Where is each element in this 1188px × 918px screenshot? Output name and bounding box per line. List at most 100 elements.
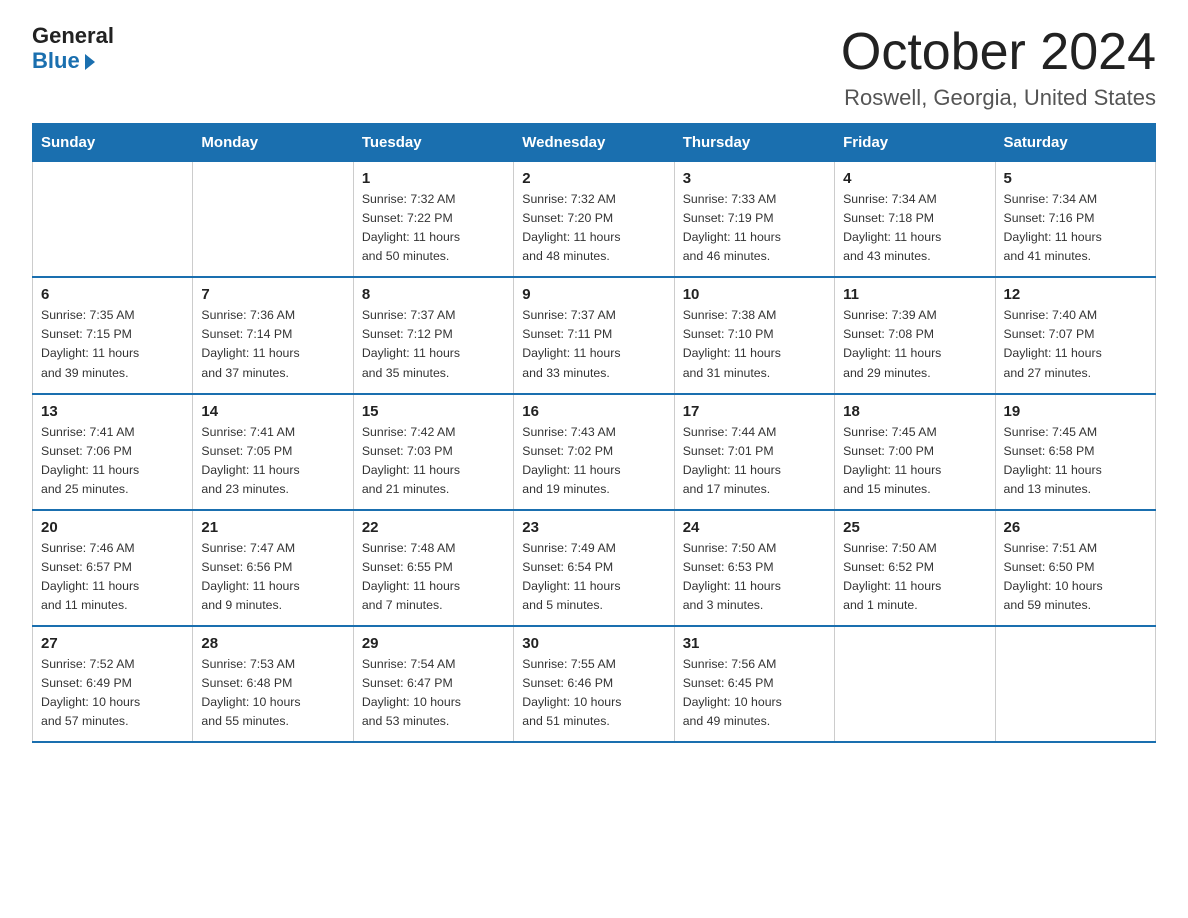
calendar-week-row: 1 Sunrise: 7:32 AM Sunset: 7:22 PM Daylig…: [33, 162, 1156, 278]
day-of-week-header: Tuesday: [353, 124, 513, 162]
day-info: Sunrise: 7:32 AM Sunset: 7:20 PM Dayligh…: [522, 190, 665, 266]
calendar-cell: 25 Sunrise: 7:50 AM Sunset: 6:52 PM Dayli…: [835, 510, 995, 626]
calendar-cell: 12 Sunrise: 7:40 AM Sunset: 7:07 PM Dayli…: [995, 277, 1155, 393]
day-number: 23: [522, 519, 665, 536]
day-number: 3: [683, 170, 826, 187]
calendar-cell: [835, 626, 995, 742]
day-of-week-header: Sunday: [33, 124, 193, 162]
calendar-cell: 19Sunrise: 7:45 AM Sunset: 6:58 PM Dayli…: [995, 394, 1155, 510]
calendar-week-row: 27Sunrise: 7:52 AM Sunset: 6:49 PM Dayli…: [33, 626, 1156, 742]
day-info: Sunrise: 7:36 AM Sunset: 7:14 PM Dayligh…: [201, 306, 344, 382]
calendar-cell: 22Sunrise: 7:48 AM Sunset: 6:55 PM Dayli…: [353, 510, 513, 626]
calendar-cell: 31 Sunrise: 7:56 AM Sunset: 6:45 PM Dayli…: [674, 626, 834, 742]
day-number: 29: [362, 635, 505, 652]
day-number: 31: [683, 635, 826, 652]
day-info: Sunrise: 7:53 AM Sunset: 6:48 PM Dayligh…: [201, 655, 344, 731]
day-info: Sunrise: 7:50 AM Sunset: 6:52 PM Dayligh…: [843, 539, 986, 615]
day-number: 7: [201, 286, 344, 303]
calendar-cell: 26 Sunrise: 7:51 AM Sunset: 6:50 PM Dayli…: [995, 510, 1155, 626]
calendar-cell: 28Sunrise: 7:53 AM Sunset: 6:48 PM Dayli…: [193, 626, 353, 742]
day-number: 5: [1004, 170, 1147, 187]
day-info: Sunrise: 7:33 AM Sunset: 7:19 PM Dayligh…: [683, 190, 826, 266]
day-info: Sunrise: 7:55 AM Sunset: 6:46 PM Dayligh…: [522, 655, 665, 731]
calendar-cell: 29 Sunrise: 7:54 AM Sunset: 6:47 PM Dayli…: [353, 626, 513, 742]
day-info: Sunrise: 7:44 AM Sunset: 7:01 PM Dayligh…: [683, 423, 826, 499]
day-info: Sunrise: 7:47 AM Sunset: 6:56 PM Dayligh…: [201, 539, 344, 615]
calendar-cell: 3 Sunrise: 7:33 AM Sunset: 7:19 PM Daylig…: [674, 162, 834, 278]
calendar-week-row: 6 Sunrise: 7:35 AM Sunset: 7:15 PM Daylig…: [33, 277, 1156, 393]
day-info: Sunrise: 7:42 AM Sunset: 7:03 PM Dayligh…: [362, 423, 505, 499]
day-number: 20: [41, 519, 184, 536]
day-info: Sunrise: 7:43 AM Sunset: 7:02 PM Dayligh…: [522, 423, 665, 499]
day-info: Sunrise: 7:46 AM Sunset: 6:57 PM Dayligh…: [41, 539, 184, 615]
calendar-cell: 17 Sunrise: 7:44 AM Sunset: 7:01 PM Dayli…: [674, 394, 834, 510]
day-number: 10: [683, 286, 826, 303]
location-title: Roswell, Georgia, United States: [841, 85, 1156, 111]
calendar-cell: 11 Sunrise: 7:39 AM Sunset: 7:08 PM Dayli…: [835, 277, 995, 393]
calendar-week-row: 13Sunrise: 7:41 AM Sunset: 7:06 PM Dayli…: [33, 394, 1156, 510]
day-info: Sunrise: 7:45 AM Sunset: 7:00 PM Dayligh…: [843, 423, 986, 499]
calendar-cell: 9Sunrise: 7:37 AM Sunset: 7:11 PM Daylig…: [514, 277, 674, 393]
day-number: 26: [1004, 519, 1147, 536]
day-number: 24: [683, 519, 826, 536]
calendar-cell: 23 Sunrise: 7:49 AM Sunset: 6:54 PM Dayli…: [514, 510, 674, 626]
calendar-cell: 21 Sunrise: 7:47 AM Sunset: 6:56 PM Dayli…: [193, 510, 353, 626]
day-info: Sunrise: 7:34 AM Sunset: 7:16 PM Dayligh…: [1004, 190, 1147, 266]
day-info: Sunrise: 7:51 AM Sunset: 6:50 PM Dayligh…: [1004, 539, 1147, 615]
day-of-week-header: Friday: [835, 124, 995, 162]
calendar-cell: [995, 626, 1155, 742]
calendar-cell: 20 Sunrise: 7:46 AM Sunset: 6:57 PM Dayli…: [33, 510, 193, 626]
day-number: 4: [843, 170, 986, 187]
day-number: 21: [201, 519, 344, 536]
day-of-week-header: Thursday: [674, 124, 834, 162]
day-info: Sunrise: 7:39 AM Sunset: 7:08 PM Dayligh…: [843, 306, 986, 382]
day-number: 2: [522, 170, 665, 187]
title-block: October 2024 Roswell, Georgia, United St…: [841, 24, 1156, 111]
calendar-cell: 30 Sunrise: 7:55 AM Sunset: 6:46 PM Dayli…: [514, 626, 674, 742]
day-number: 8: [362, 286, 505, 303]
calendar-cell: 2 Sunrise: 7:32 AM Sunset: 7:20 PM Daylig…: [514, 162, 674, 278]
day-info: Sunrise: 7:35 AM Sunset: 7:15 PM Dayligh…: [41, 306, 184, 382]
day-info: Sunrise: 7:38 AM Sunset: 7:10 PM Dayligh…: [683, 306, 826, 382]
logo: General Blue: [32, 24, 114, 74]
day-info: Sunrise: 7:40 AM Sunset: 7:07 PM Dayligh…: [1004, 306, 1147, 382]
calendar-cell: 7 Sunrise: 7:36 AM Sunset: 7:14 PM Daylig…: [193, 277, 353, 393]
day-info: Sunrise: 7:56 AM Sunset: 6:45 PM Dayligh…: [683, 655, 826, 731]
day-info: Sunrise: 7:49 AM Sunset: 6:54 PM Dayligh…: [522, 539, 665, 615]
day-number: 25: [843, 519, 986, 536]
day-number: 18: [843, 403, 986, 420]
day-number: 27: [41, 635, 184, 652]
logo-general-text: General: [32, 24, 114, 48]
calendar-week-row: 20 Sunrise: 7:46 AM Sunset: 6:57 PM Dayli…: [33, 510, 1156, 626]
calendar-cell: 27Sunrise: 7:52 AM Sunset: 6:49 PM Dayli…: [33, 626, 193, 742]
day-number: 17: [683, 403, 826, 420]
day-number: 13: [41, 403, 184, 420]
day-number: 9: [522, 286, 665, 303]
day-info: Sunrise: 7:45 AM Sunset: 6:58 PM Dayligh…: [1004, 423, 1147, 499]
day-info: Sunrise: 7:54 AM Sunset: 6:47 PM Dayligh…: [362, 655, 505, 731]
day-of-week-header: Wednesday: [514, 124, 674, 162]
logo-blue-text: Blue: [32, 48, 95, 74]
day-number: 6: [41, 286, 184, 303]
calendar-cell: 16 Sunrise: 7:43 AM Sunset: 7:02 PM Dayli…: [514, 394, 674, 510]
calendar-cell: 15Sunrise: 7:42 AM Sunset: 7:03 PM Dayli…: [353, 394, 513, 510]
day-number: 14: [201, 403, 344, 420]
page-header: General Blue October 2024 Roswell, Georg…: [32, 24, 1156, 111]
day-info: Sunrise: 7:50 AM Sunset: 6:53 PM Dayligh…: [683, 539, 826, 615]
logo-arrow-icon: [85, 54, 95, 70]
calendar-cell: 18 Sunrise: 7:45 AM Sunset: 7:00 PM Dayli…: [835, 394, 995, 510]
day-of-week-header: Monday: [193, 124, 353, 162]
month-title: October 2024: [841, 24, 1156, 81]
day-info: Sunrise: 7:32 AM Sunset: 7:22 PM Dayligh…: [362, 190, 505, 266]
day-number: 1: [362, 170, 505, 187]
day-number: 16: [522, 403, 665, 420]
day-number: 12: [1004, 286, 1147, 303]
day-info: Sunrise: 7:48 AM Sunset: 6:55 PM Dayligh…: [362, 539, 505, 615]
calendar-table: SundayMondayTuesdayWednesdayThursdayFrid…: [32, 123, 1156, 743]
day-number: 11: [843, 286, 986, 303]
calendar-cell: 1 Sunrise: 7:32 AM Sunset: 7:22 PM Daylig…: [353, 162, 513, 278]
calendar-cell: 14Sunrise: 7:41 AM Sunset: 7:05 PM Dayli…: [193, 394, 353, 510]
calendar-cell: 24 Sunrise: 7:50 AM Sunset: 6:53 PM Dayli…: [674, 510, 834, 626]
day-number: 30: [522, 635, 665, 652]
day-info: Sunrise: 7:37 AM Sunset: 7:12 PM Dayligh…: [362, 306, 505, 382]
